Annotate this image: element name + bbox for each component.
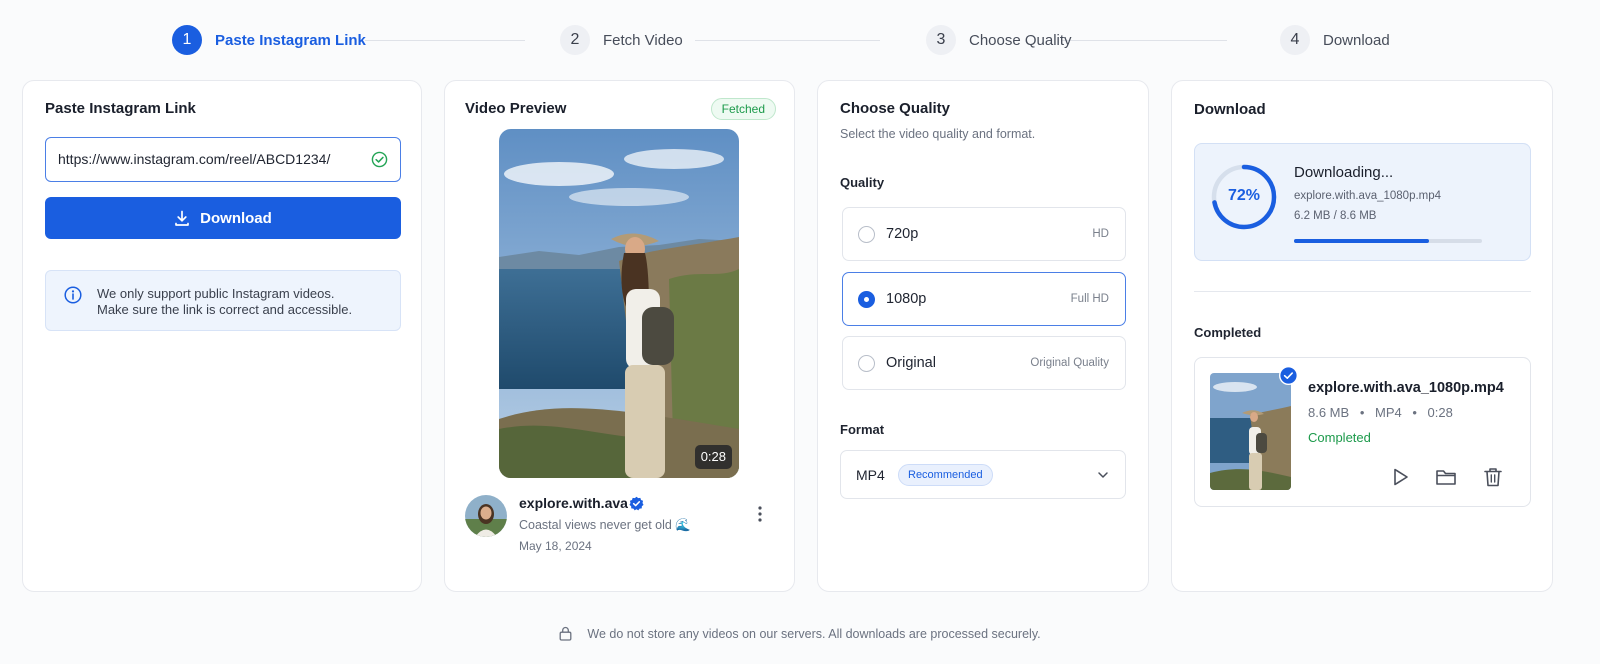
security-footer: We do not store any videos on our server… <box>0 626 1600 646</box>
format-value: MP4 <box>856 467 885 483</box>
completed-thumbnail-image <box>1210 373 1291 490</box>
step-label: Download <box>1323 31 1390 49</box>
file-duration: 0:28 <box>1427 405 1453 420</box>
step-connector <box>1062 40 1227 41</box>
chevron-down-icon <box>1098 472 1108 478</box>
step-number: 1 <box>172 25 202 55</box>
info-line: Make sure the link is correct and access… <box>97 302 353 317</box>
download-button-label: Download <box>200 209 272 227</box>
quality-option-720p[interactable]: 720p HD <box>842 207 1126 261</box>
more-options-icon[interactable] <box>758 506 762 522</box>
quality-option-tag: Original Quality <box>1030 357 1109 369</box>
radio-button-selected[interactable] <box>858 291 875 308</box>
download-button[interactable]: Download <box>45 197 401 239</box>
progress-bar-fill <box>1294 239 1430 243</box>
completed-status: Completed <box>1308 430 1371 445</box>
quality-section-label: Quality <box>840 175 885 190</box>
meta-separator: • <box>1412 405 1417 420</box>
card-title: Paste Instagram Link <box>45 100 196 117</box>
quality-option-tag: HD <box>1092 228 1109 240</box>
choose-quality-card: Choose Quality Select the video quality … <box>817 80 1149 592</box>
info-icon <box>64 286 82 304</box>
radio-button[interactable] <box>858 355 875 372</box>
step-label: Choose Quality <box>969 31 1072 49</box>
quality-option-tag: Full HD <box>1070 293 1109 305</box>
meta-separator: • <box>1359 405 1365 420</box>
step-choose-quality: 3 Choose Quality <box>926 23 1072 57</box>
quality-option-label: 1080p <box>886 291 927 307</box>
format-section-label: Format <box>840 422 885 437</box>
fetched-status-badge: Fetched <box>710 98 776 120</box>
post-date: May 18, 2024 <box>519 539 592 553</box>
card-title: Choose Quality <box>840 100 951 117</box>
quality-option-label: Original <box>886 355 936 371</box>
step-connector <box>365 40 525 41</box>
check-badge-icon <box>1279 366 1298 385</box>
info-text: We only support public Instagram videos.… <box>97 286 352 318</box>
format-select[interactable]: MP4 Recommended <box>840 450 1126 499</box>
card-subtitle: Select the video quality and format. <box>840 127 1036 141</box>
play-icon[interactable] <box>1389 466 1411 488</box>
step-number: 3 <box>926 25 956 55</box>
trash-icon[interactable] <box>1482 466 1504 488</box>
avatar-image <box>465 495 507 537</box>
step-number: 4 <box>1280 25 1310 55</box>
footer-text: We do not store any videos on our server… <box>587 626 1041 641</box>
video-scene-image <box>499 129 739 478</box>
file-size: 8.6 MB <box>1308 405 1350 420</box>
folder-icon[interactable] <box>1435 466 1457 488</box>
verified-badge-icon <box>629 496 644 511</box>
quality-option-original[interactable]: Original Original Quality <box>842 336 1126 390</box>
completed-thumbnail <box>1210 373 1291 490</box>
progress-stepper: 1 Paste Instagram Link 2 Fetch Video 3 C… <box>170 23 1390 57</box>
progress-bar <box>1294 239 1482 243</box>
download-size: 6.2 MB / 8.6 MB <box>1294 210 1377 222</box>
download-progress-panel: 72% Downloading... explore.with.ava_1080… <box>1194 143 1531 261</box>
completed-filename: explore.with.ava_1080p.mp4 <box>1308 380 1504 396</box>
recommended-badge: Recommended <box>898 464 993 486</box>
info-line: We only support public Instagram videos. <box>97 286 335 301</box>
quality-option-1080p[interactable]: 1080p Full HD <box>842 272 1126 326</box>
divider <box>1194 291 1531 292</box>
card-title: Download <box>1194 101 1266 118</box>
download-card: Download 72% Downloading... explore.with… <box>1171 80 1553 592</box>
lock-icon <box>559 626 572 641</box>
radio-button[interactable] <box>858 226 875 243</box>
post-username[interactable]: explore.with.ava <box>519 495 628 511</box>
file-format: MP4 <box>1375 405 1402 420</box>
download-status: Downloading... <box>1294 164 1394 181</box>
video-duration-badge: 0:28 <box>694 445 732 469</box>
paste-link-card: Paste Instagram Link Download We only su… <box>22 80 422 592</box>
progress-percent: 72% <box>1227 187 1261 204</box>
post-caption: Coastal views never get old 🌊 <box>519 518 691 532</box>
step-paste-link: 1 Paste Instagram Link <box>172 23 366 57</box>
completed-meta: 8.6 MB • MP4 • 0:28 <box>1308 405 1453 420</box>
completed-section-label: Completed <box>1194 325 1262 340</box>
quality-option-label: 720p <box>886 226 919 242</box>
step-connector <box>695 40 880 41</box>
avatar[interactable] <box>465 495 507 537</box>
step-number: 2 <box>560 25 590 55</box>
instagram-url-input[interactable] <box>58 138 358 180</box>
completed-download-item: explore.with.ava_1080p.mp4 8.6 MB • MP4 … <box>1194 357 1531 507</box>
video-thumbnail[interactable]: 0:28 <box>499 129 739 478</box>
step-label: Paste Instagram Link <box>215 31 366 49</box>
step-fetch-video: 2 Fetch Video <box>560 23 683 57</box>
step-download: 4 Download <box>1280 23 1390 57</box>
video-preview-card: Video Preview Fetched 0:28 explore.with.… <box>444 80 795 592</box>
card-title: Video Preview <box>465 100 567 117</box>
step-label: Fetch Video <box>603 31 683 49</box>
check-circle-icon <box>371 151 388 168</box>
download-filename: explore.with.ava_1080p.mp4 <box>1294 190 1442 202</box>
url-input-wrapper <box>45 137 401 182</box>
info-notice: We only support public Instagram videos.… <box>45 270 401 331</box>
download-icon <box>175 210 190 226</box>
